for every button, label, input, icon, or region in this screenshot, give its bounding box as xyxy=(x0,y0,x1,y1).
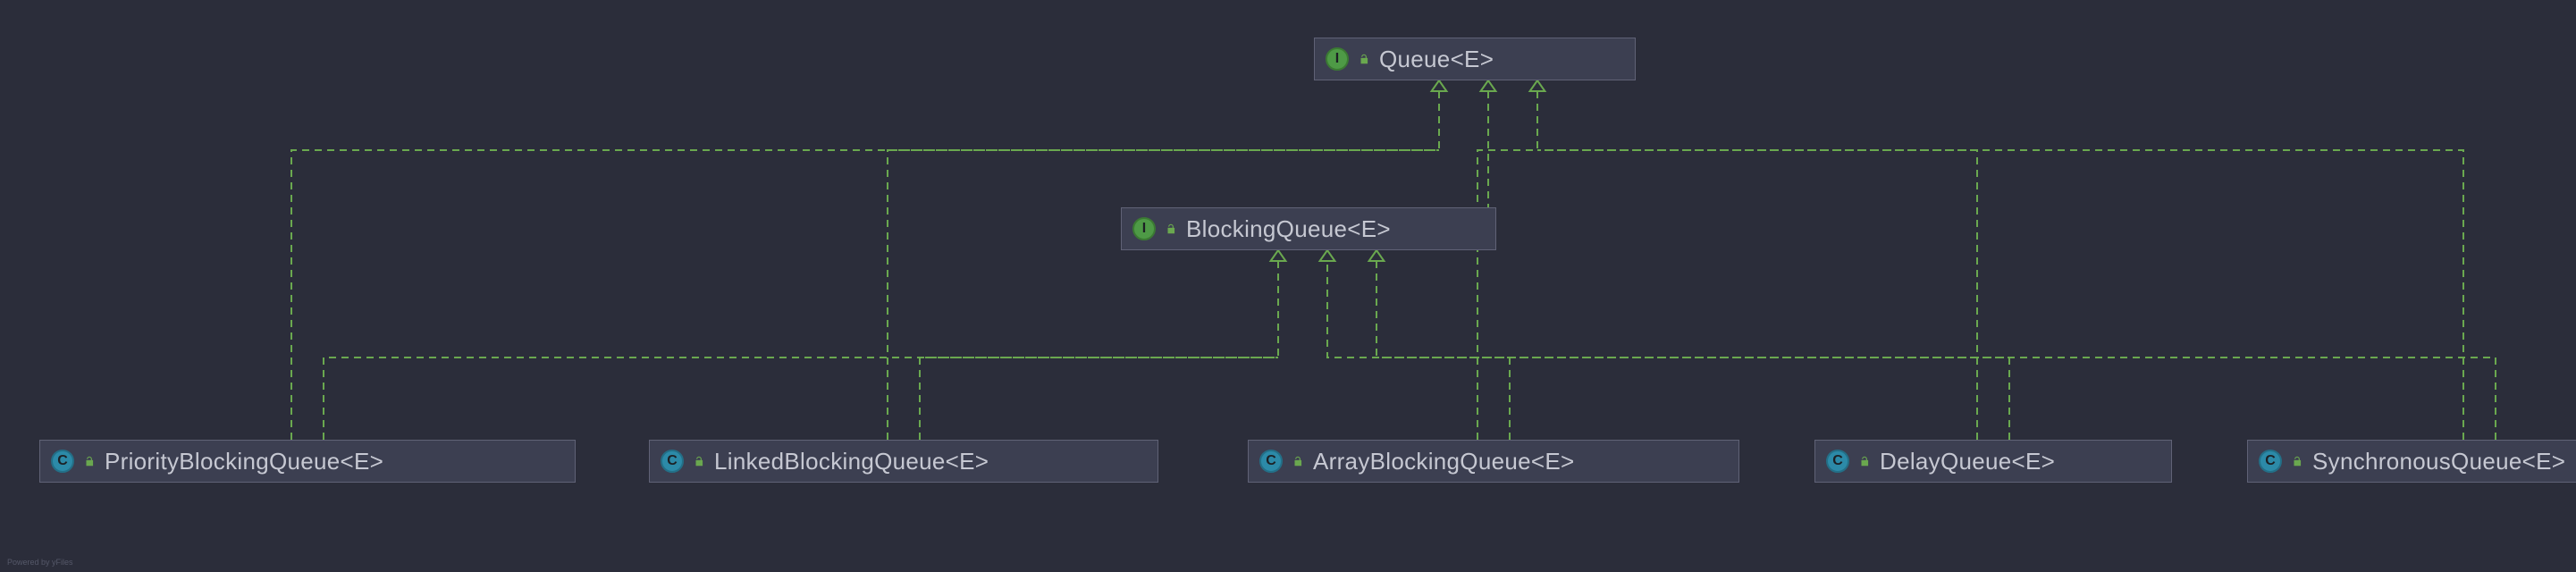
class-badge: C xyxy=(2259,450,2282,473)
lock-icon xyxy=(1292,455,1304,467)
lock-icon xyxy=(2291,455,2303,467)
connector xyxy=(1327,261,1510,440)
lock-icon xyxy=(83,455,96,467)
lock-icon xyxy=(693,455,705,467)
lock-icon xyxy=(1358,53,1370,65)
connectors-layer xyxy=(0,0,2576,572)
arrowhead-icon xyxy=(1530,80,1545,91)
arrowhead-icon xyxy=(1432,80,1447,91)
interface-badge: I xyxy=(1326,47,1349,71)
arrowhead-icon xyxy=(1369,250,1385,261)
node-array[interactable]: C ArrayBlockingQueue<E> xyxy=(1248,440,1739,483)
class-badge: C xyxy=(51,450,74,473)
connector xyxy=(324,358,1278,440)
connector xyxy=(1477,150,1537,440)
connector xyxy=(1376,358,2009,440)
class-badge: C xyxy=(661,450,684,473)
connector xyxy=(888,150,1439,440)
arrowhead-icon xyxy=(1271,250,1286,261)
node-label: PriorityBlockingQueue<E> xyxy=(105,448,383,475)
connector xyxy=(1376,358,2496,440)
class-badge: C xyxy=(1826,450,1849,473)
node-label: LinkedBlockingQueue<E> xyxy=(714,448,989,475)
connector xyxy=(291,150,1439,440)
node-label: BlockingQueue<E> xyxy=(1186,215,1391,243)
interface-badge: I xyxy=(1132,217,1156,240)
node-sync[interactable]: C SynchronousQueue<E> xyxy=(2247,440,2576,483)
node-label: ArrayBlockingQueue<E> xyxy=(1313,448,1574,475)
watermark: Powered by yFiles xyxy=(7,558,73,567)
node-label: DelayQueue<E> xyxy=(1880,448,2055,475)
node-linked[interactable]: C LinkedBlockingQueue<E> xyxy=(649,440,1158,483)
lock-icon xyxy=(1858,455,1871,467)
arrowhead-icon xyxy=(1320,250,1335,261)
connector xyxy=(1537,150,2463,440)
node-queue[interactable]: I Queue<E> xyxy=(1314,38,1636,80)
lock-icon xyxy=(1165,223,1177,235)
node-priority[interactable]: C PriorityBlockingQueue<E> xyxy=(39,440,576,483)
node-blockingQueue[interactable]: I BlockingQueue<E> xyxy=(1121,207,1496,250)
connector xyxy=(920,358,1278,440)
connector xyxy=(1537,150,1977,440)
node-delay[interactable]: C DelayQueue<E> xyxy=(1814,440,2172,483)
arrowhead-icon xyxy=(1481,80,1496,91)
node-label: Queue<E> xyxy=(1379,46,1494,73)
class-badge: C xyxy=(1259,450,1283,473)
node-label: SynchronousQueue<E> xyxy=(2312,448,2565,475)
